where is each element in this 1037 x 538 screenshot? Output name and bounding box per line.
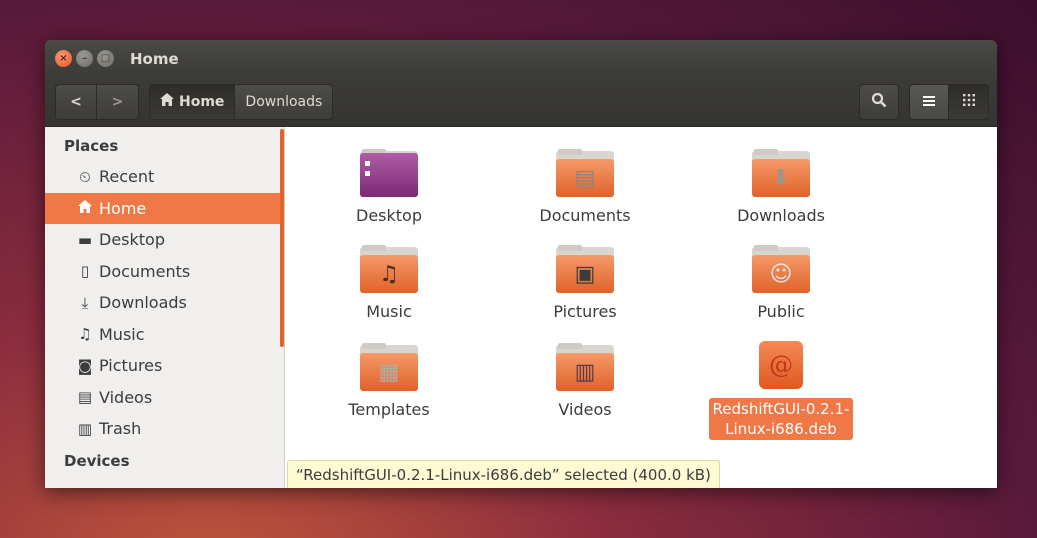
- file-label: Downloads: [737, 206, 825, 225]
- file-item-redshiftgui-deb[interactable]: @ RedshiftGUI-0.2.1- Linux-i686.deb: [701, 341, 861, 440]
- file-item-documents[interactable]: ▤ Documents: [505, 149, 665, 226]
- title-bar[interactable]: × – □ Home: [45, 40, 997, 77]
- file-label: Pictures: [553, 302, 617, 321]
- debian-package-icon: @: [759, 341, 803, 389]
- sidebar-item-label: Videos: [99, 387, 153, 407]
- file-label-line1: RedshiftGUI-0.2.1-: [712, 400, 850, 418]
- sidebar-item-label: Pictures: [99, 356, 163, 376]
- home-icon: [160, 93, 174, 110]
- sidebar-item-label: Documents: [99, 261, 191, 281]
- breadcrumb-home[interactable]: Home: [149, 83, 236, 120]
- file-label: Templates: [348, 400, 430, 419]
- sidebar-item-recent[interactable]: ⏲ Recent: [45, 161, 284, 193]
- back-button[interactable]: <: [55, 83, 97, 120]
- sidebar-scrollbar[interactable]: [280, 129, 284, 347]
- music-folder-icon: ♫: [360, 245, 418, 293]
- chevron-right-icon: >: [111, 93, 124, 110]
- file-item-pictures[interactable]: ▣ Pictures: [505, 245, 665, 322]
- desktop-folder-icon: ▬: [77, 230, 93, 249]
- file-manager-window: × – □ Home < > Home Downloads Places ⏲ R…: [45, 40, 997, 488]
- sidebar: Places ⏲ Recent Home ▬ Desktop ▯ Documen…: [45, 127, 285, 488]
- file-label: Music: [366, 302, 412, 321]
- sidebar-item-label: Home: [99, 198, 147, 218]
- download-icon: ⤓: [81, 293, 89, 312]
- forward-button[interactable]: >: [97, 83, 139, 120]
- grid-view-button[interactable]: [949, 83, 989, 120]
- sidebar-item-home[interactable]: Home: [45, 192, 284, 224]
- close-button[interactable]: ×: [55, 50, 72, 67]
- sidebar-item-downloads[interactable]: ⤓ Downloads: [45, 287, 284, 319]
- file-item-videos[interactable]: ▥ Videos: [505, 343, 665, 420]
- camera-icon: ◙: [77, 356, 93, 375]
- home-icon: [75, 199, 95, 217]
- minimize-button[interactable]: –: [76, 50, 93, 67]
- minimize-icon: –: [82, 53, 87, 64]
- document-icon: ▯: [80, 262, 90, 281]
- search-button[interactable]: [859, 83, 899, 120]
- view-mode-buttons: [909, 83, 989, 120]
- file-item-downloads[interactable]: ⬇ Downloads: [701, 149, 861, 226]
- status-bar: “RedshiftGUI-0.2.1-Linux-i686.deb” selec…: [287, 460, 720, 488]
- chevron-left-icon: <: [70, 93, 82, 110]
- file-item-public[interactable]: ☺ Public: [701, 245, 861, 322]
- file-item-templates[interactable]: ▦ Templates: [309, 343, 469, 420]
- places-header: Places: [64, 137, 119, 155]
- public-folder-icon: ☺: [752, 245, 810, 293]
- file-label: Videos: [558, 400, 612, 419]
- desktop-folder-icon: [360, 149, 418, 197]
- sidebar-item-label: Downloads: [99, 293, 187, 313]
- pictures-folder-icon: ▣: [556, 245, 614, 293]
- templates-folder-icon: ▦: [360, 343, 418, 391]
- grid-icon: [962, 93, 975, 110]
- close-icon: ×: [59, 53, 68, 64]
- maximize-icon: □: [100, 53, 111, 64]
- sidebar-item-documents[interactable]: ▯ Documents: [45, 256, 284, 288]
- navigation-buttons: < >: [55, 83, 139, 120]
- file-label: Desktop: [356, 206, 422, 225]
- file-view[interactable]: Desktop ▤ Documents ⬇ Downloads ♫ Music …: [285, 127, 997, 488]
- videos-folder-icon: ▥: [556, 343, 614, 391]
- file-item-desktop[interactable]: Desktop: [309, 149, 469, 226]
- film-icon: ▤: [77, 388, 93, 407]
- file-label: Documents: [539, 206, 631, 225]
- sidebar-item-label: Desktop: [99, 230, 165, 250]
- file-label-line2: Linux-i686.deb: [725, 420, 837, 438]
- documents-folder-icon: ▤: [556, 149, 614, 197]
- trash-icon: ▥: [77, 419, 93, 438]
- file-grid: Desktop ▤ Documents ⬇ Downloads ♫ Music …: [285, 127, 996, 488]
- maximize-button[interactable]: □: [97, 50, 114, 67]
- toolbar: < > Home Downloads: [45, 77, 997, 127]
- list-view-button[interactable]: [909, 83, 949, 120]
- devices-header: Devices: [64, 451, 130, 470]
- breadcrumb: Home Downloads: [149, 83, 334, 120]
- sidebar-item-label: Trash: [99, 419, 142, 439]
- file-item-music[interactable]: ♫ Music: [309, 245, 469, 322]
- sidebar-item-music[interactable]: ♫ Music: [45, 319, 284, 351]
- sidebar-item-label: Music: [99, 324, 145, 344]
- list-icon: [923, 94, 935, 110]
- clock-icon: ⏲: [79, 167, 91, 186]
- breadcrumb-home-label: Home: [179, 93, 225, 110]
- window-title: Home: [130, 49, 179, 68]
- file-label: Public: [757, 302, 805, 321]
- breadcrumb-downloads[interactable]: Downloads: [235, 83, 334, 120]
- search-icon: [871, 92, 887, 112]
- sidebar-item-pictures[interactable]: ◙ Pictures: [45, 350, 284, 382]
- sidebar-item-videos[interactable]: ▤ Videos: [45, 382, 284, 414]
- content-area: Places ⏲ Recent Home ▬ Desktop ▯ Documen…: [45, 127, 997, 488]
- sidebar-item-trash[interactable]: ▥ Trash: [45, 413, 284, 445]
- sidebar-item-desktop[interactable]: ▬ Desktop: [45, 224, 284, 256]
- music-icon: ♫: [78, 325, 92, 344]
- file-label-selected: RedshiftGUI-0.2.1- Linux-i686.deb: [708, 398, 854, 440]
- sidebar-item-label: Recent: [99, 167, 155, 187]
- downloads-folder-icon: ⬇: [752, 149, 810, 197]
